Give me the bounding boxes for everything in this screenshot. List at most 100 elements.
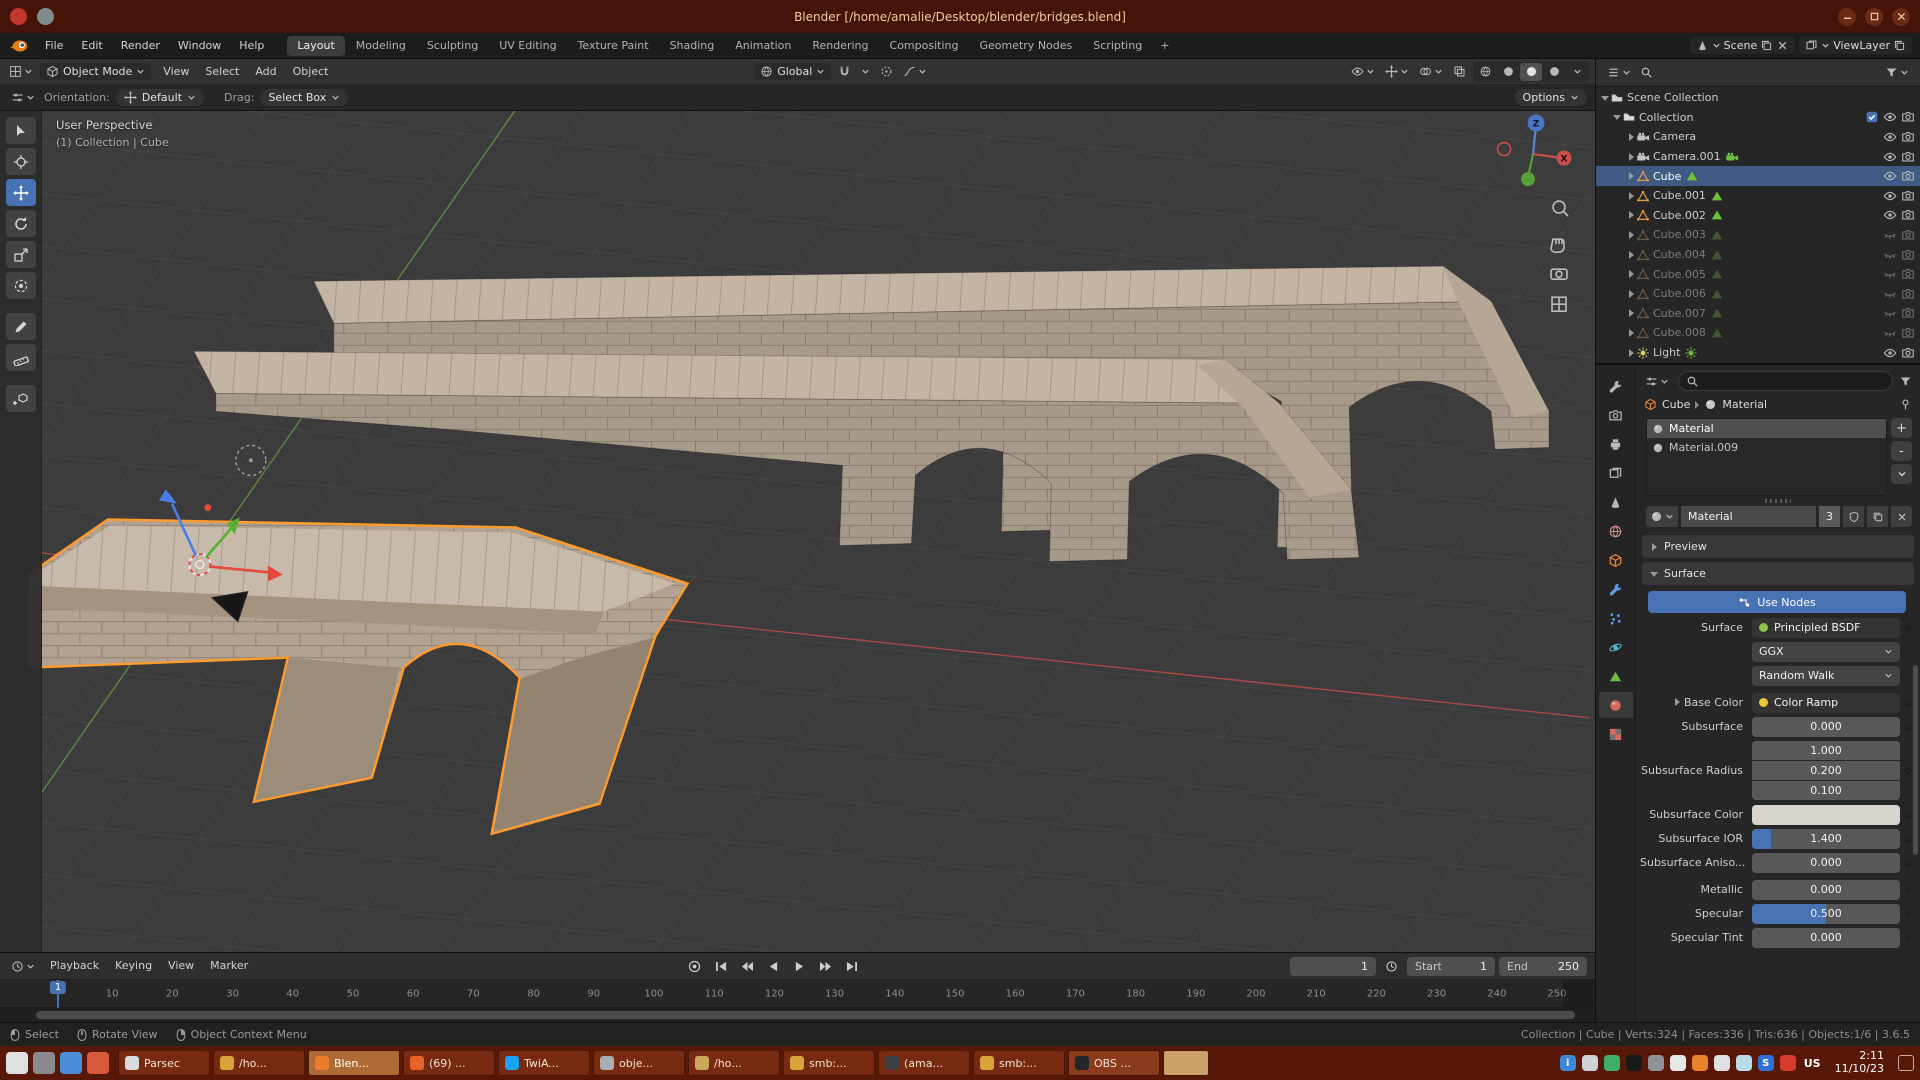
tray-icon[interactable]: i <box>1560 1055 1576 1071</box>
keyboard-layout[interactable]: US <box>1804 1057 1821 1070</box>
hide-in-viewport-icon[interactable] <box>1883 346 1897 360</box>
minimize-button[interactable] <box>1838 8 1856 26</box>
timeline-menu-item[interactable]: Keying <box>107 954 160 978</box>
subsurface-color-swatch[interactable] <box>1752 805 1900 825</box>
disable-in-render-icon[interactable] <box>1901 248 1915 262</box>
properties-tab[interactable] <box>1599 518 1633 544</box>
outliner-row[interactable]: Cube.006 <box>1596 284 1920 304</box>
outliner-row[interactable]: Camera.001 <box>1596 147 1920 167</box>
disclosure-icon[interactable] <box>1626 132 1636 142</box>
exclude-checkbox-icon[interactable] <box>1865 228 1879 242</box>
tool-button[interactable] <box>6 241 36 268</box>
taskbar-clock[interactable]: 2:11 11/10/23 <box>1835 1050 1884 1075</box>
hide-in-viewport-icon[interactable] <box>1883 91 1897 105</box>
viewport-canvas[interactable]: Z X User Perspective (1) C <box>0 111 1595 952</box>
hide-in-viewport-icon[interactable] <box>1883 267 1897 281</box>
disclosure-icon[interactable] <box>1626 289 1636 299</box>
taskbar-window-button[interactable]: OBS ... <box>1068 1050 1160 1076</box>
menu-item[interactable]: Render <box>112 33 169 58</box>
outliner-search-icon[interactable] <box>1640 66 1653 79</box>
disable-in-render-icon[interactable] <box>1901 169 1915 183</box>
hide-in-viewport-icon[interactable] <box>1883 169 1897 183</box>
properties-filter-icon[interactable] <box>1899 375 1912 388</box>
exclude-checkbox-icon[interactable] <box>1865 346 1879 360</box>
properties-scrollbar[interactable] <box>1913 665 1918 855</box>
outliner-row[interactable]: Cube <box>1596 166 1920 186</box>
menu-item[interactable]: File <box>36 33 72 58</box>
disable-in-render-icon[interactable] <box>1901 189 1915 203</box>
tray-icon[interactable] <box>1714 1055 1730 1071</box>
xray-toggle[interactable] <box>1450 63 1469 80</box>
outliner-row[interactable]: Cube.007 <box>1596 304 1920 324</box>
tray-icon[interactable] <box>1582 1055 1598 1071</box>
transform-orientation-dropdown[interactable]: Global <box>754 63 831 80</box>
orientation-dropdown[interactable]: Default <box>116 89 204 106</box>
outliner-row[interactable]: Camera <box>1596 127 1920 147</box>
tool-button[interactable] <box>6 210 36 237</box>
overlays-dropdown[interactable] <box>1416 63 1446 80</box>
specular-slider[interactable]: 0.500 <box>1752 904 1900 924</box>
exclude-checkbox-icon[interactable] <box>1865 208 1879 222</box>
disclosure-icon[interactable] <box>1626 328 1636 338</box>
material-name-field[interactable]: Material <box>1681 506 1816 527</box>
properties-editor-type-button[interactable] <box>1642 373 1672 390</box>
current-frame-field[interactable]: 1 <box>1290 957 1376 976</box>
menu-item[interactable]: Edit <box>72 33 111 58</box>
properties-tab[interactable] <box>1599 692 1633 718</box>
window-titlebar[interactable]: Blender [/home/amalie/Desktop/blender/br… <box>0 0 1920 33</box>
add-slot-button[interactable]: + <box>1891 418 1912 438</box>
tray-icon[interactable] <box>1780 1055 1796 1071</box>
scene-render[interactable]: Z X <box>0 111 1595 952</box>
properties-tab[interactable] <box>1599 431 1633 457</box>
disable-in-render-icon[interactable] <box>1901 267 1915 281</box>
hide-in-viewport-icon[interactable] <box>1883 110 1897 124</box>
mode-dropdown[interactable]: Object Mode <box>40 63 151 80</box>
list-resize-grip[interactable] <box>1636 496 1920 505</box>
disclosure-icon[interactable] <box>1626 152 1636 162</box>
metallic-slider[interactable]: 0.000 <box>1752 880 1900 900</box>
tray-icon[interactable] <box>1670 1055 1686 1071</box>
workspace-tab[interactable]: Geometry Nodes <box>969 36 1082 56</box>
taskbar-window-button[interactable]: /ho... <box>213 1050 305 1076</box>
properties-tab[interactable] <box>1599 663 1633 689</box>
maximize-button[interactable] <box>1865 8 1883 26</box>
taskbar-window-button[interactable]: smb:... <box>783 1050 875 1076</box>
disable-in-render-icon[interactable] <box>1901 91 1915 105</box>
disclosure-icon[interactable] <box>1626 171 1636 181</box>
material-users-button[interactable]: 3 <box>1819 506 1840 527</box>
subsurface-ior-slider[interactable]: 1.400 <box>1752 829 1900 849</box>
snap-toggle[interactable] <box>835 63 854 80</box>
material-slot[interactable]: Material <box>1647 419 1886 438</box>
disclosure-icon[interactable] <box>1626 269 1636 279</box>
disable-in-render-icon[interactable] <box>1901 150 1915 164</box>
sss-method-dropdown[interactable]: Random Walk <box>1752 666 1900 686</box>
properties-tab[interactable] <box>1599 373 1633 399</box>
exclude-checkbox-icon[interactable] <box>1865 130 1879 144</box>
disable-in-render-icon[interactable] <box>1901 228 1915 242</box>
show-desktop-button[interactable] <box>1898 1055 1914 1071</box>
disclosure-icon[interactable] <box>1626 230 1636 240</box>
workspace-tab[interactable]: Modeling <box>346 36 416 56</box>
tool-button[interactable] <box>6 148 36 175</box>
properties-tab[interactable] <box>1599 402 1633 428</box>
axis-x-negative-ball[interactable] <box>1498 143 1511 156</box>
subsurface-aniso-slider[interactable]: 0.000 <box>1752 853 1900 873</box>
workspace-tab[interactable]: Layout <box>287 36 344 56</box>
proportional-falloff-dropdown[interactable] <box>900 63 930 80</box>
outliner-row[interactable]: Cube.001 <box>1596 186 1920 206</box>
pin-icon[interactable] <box>1899 398 1912 411</box>
taskbar-window-button[interactable]: TwiA... <box>498 1050 590 1076</box>
frame-start-field[interactable]: Start1 <box>1407 957 1495 976</box>
properties-tab[interactable] <box>1599 634 1633 660</box>
workspace-switcher-icon[interactable] <box>37 8 54 25</box>
taskbar-window-button[interactable] <box>1163 1050 1209 1076</box>
taskbar-window-button[interactable]: (ama... <box>878 1050 970 1076</box>
preview-panel-header[interactable]: Preview <box>1642 535 1914 558</box>
properties-tab[interactable] <box>1599 460 1633 486</box>
disclosure-icon[interactable] <box>1626 250 1636 260</box>
tool-button[interactable] <box>6 117 36 144</box>
exclude-checkbox-icon[interactable] <box>1865 150 1879 164</box>
launcher-icon[interactable] <box>60 1052 82 1074</box>
jump-to-start-button[interactable] <box>710 957 733 976</box>
disable-in-render-icon[interactable] <box>1901 306 1915 320</box>
